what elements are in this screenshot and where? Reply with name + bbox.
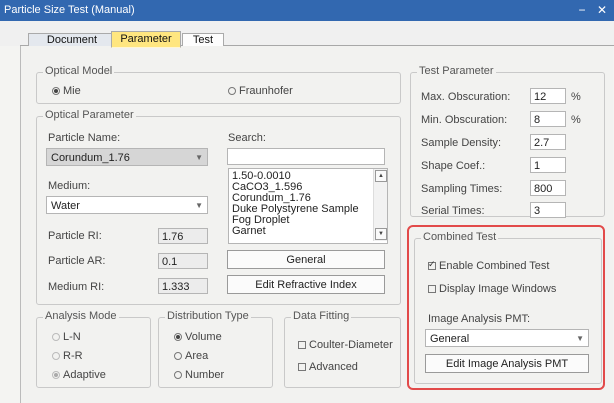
radio-label: Mie [63,85,81,97]
sample-density-field[interactable]: 2.7 [530,134,566,150]
search-label: Search: [228,132,266,144]
particle-ri-field[interactable]: 1.76 [158,228,208,244]
radio-dot [52,87,60,95]
window-title: Particle Size Test (Manual) [4,4,135,16]
sampling-times-label: Sampling Times: [421,183,503,195]
radio-label: Fraunhofer [239,85,293,97]
radio-label: Area [185,350,209,362]
radio-fraunhofer[interactable]: Fraunhofer [228,85,293,97]
optical-model-title: Optical Model [43,65,115,77]
serial-times-label: Serial Times: [421,205,485,217]
sample-density-label: Sample Density: [421,137,502,149]
material-listbox[interactable]: 1.50-0.0010 CaCO3_1.596 Corundum_1.76 Du… [228,168,388,244]
checkbox-box [298,363,306,371]
medium-ri-field[interactable]: 1.333 [158,278,208,294]
particle-ar-label: Particle AR: [48,255,106,267]
test-parameter-title: Test Parameter [417,65,496,77]
checkbox-label: Advanced [309,361,358,373]
radio-label: Number [185,369,225,381]
min-obscuration-label: Min. Obscuration: [421,114,508,126]
general-button[interactable]: General [227,250,385,269]
chevron-down-icon: ▼ [195,153,203,162]
particle-ar-field[interactable]: 0.1 [158,253,208,269]
checkbox-label: Coulter-Diameter [309,339,393,351]
distribution-type-title: Distribution Type [165,310,251,322]
medium-value: Water [51,200,80,212]
radio-rr[interactable]: R-R [52,350,83,362]
minimize-icon[interactable]: − [574,2,590,18]
radio-number[interactable]: Number [174,369,224,381]
scroll-down-icon[interactable]: ▼ [375,228,387,240]
max-obscuration-label: Max. Obscuration: [421,91,511,103]
tab-test[interactable]: Test [182,33,224,47]
sampling-times-field[interactable]: 800 [530,180,566,196]
tab-document[interactable]: Document [28,33,116,47]
checkbox-box [298,341,306,349]
medium-combo[interactable]: Water ▼ [46,196,208,214]
radio-label: R-R [63,350,83,362]
radio-dot [228,87,236,95]
analysis-mode-title: Analysis Mode [43,310,119,322]
radio-dot [174,352,182,360]
min-obscuration-field[interactable]: 8 [530,111,566,127]
medium-ri-label: Medium RI: [48,281,105,293]
shape-coef-field[interactable]: 1 [530,157,566,173]
percent-unit: % [571,91,581,103]
scroll-up-icon[interactable]: ▲ [375,170,387,182]
search-input[interactable] [227,148,385,165]
list-items: 1.50-0.0010 CaCO3_1.596 Corundum_1.76 Du… [232,171,359,237]
shape-coef-label: Shape Coef.: [421,160,486,172]
radio-label: Adaptive [63,369,106,381]
radio-ln[interactable]: L-N [52,331,81,343]
list-item[interactable]: Garnet [232,226,359,237]
radio-volume[interactable]: Volume [174,331,222,343]
coulter-diameter-checkbox[interactable]: Coulter-Diameter [298,339,393,351]
list-scrollbar[interactable]: ▲ ▼ [373,169,387,241]
edit-refractive-index-button[interactable]: Edit Refractive Index [227,275,385,294]
particle-name-combo[interactable]: Corundum_1.76 ▼ [46,148,208,166]
data-fitting-group: Data Fitting [284,310,401,388]
advanced-checkbox[interactable]: Advanced [298,361,358,373]
radio-dot [174,371,182,379]
chevron-down-icon: ▼ [195,201,203,210]
close-icon[interactable]: ✕ [594,2,610,18]
data-fitting-title: Data Fitting [291,310,352,322]
optical-parameter-title: Optical Parameter [43,109,136,121]
particle-name-value: Corundum_1.76 [51,152,130,164]
radio-mie[interactable]: Mie [52,85,81,97]
radio-area[interactable]: Area [174,350,208,362]
radio-dot [52,352,60,360]
serial-times-field[interactable]: 3 [530,202,566,218]
particle-ri-label: Particle RI: [48,230,102,242]
percent-unit: % [571,114,581,126]
particle-name-label: Particle Name: [48,132,121,144]
max-obscuration-field[interactable]: 12 [530,88,566,104]
radio-adaptive[interactable]: Adaptive [52,369,106,381]
tab-parameter[interactable]: Parameter [111,31,181,48]
radio-dot [52,333,60,341]
radio-label: L-N [63,331,81,343]
optical-model-group: Optical Model [36,65,401,104]
radio-dot [174,333,182,341]
radio-label: Volume [185,331,222,343]
radio-dot [52,371,60,379]
highlight-frame [407,225,605,390]
title-bar: Particle Size Test (Manual) − ✕ [0,0,614,21]
medium-label: Medium: [48,180,91,192]
